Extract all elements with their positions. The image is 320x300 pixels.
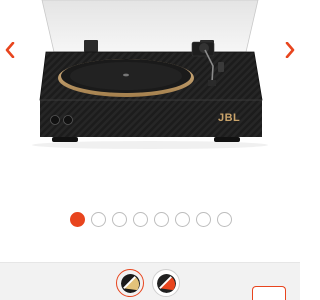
pagination-dot-1[interactable] <box>70 212 85 227</box>
black-orange-swatch-icon <box>156 273 176 293</box>
color-swatch-black-orange[interactable] <box>152 269 180 297</box>
pagination-dot-5[interactable] <box>154 212 169 227</box>
gallery-pagination <box>0 212 300 227</box>
brand-badge: JBL <box>218 112 241 124</box>
black-gold-swatch-icon <box>120 273 140 293</box>
product-page: JBL <box>0 0 300 300</box>
product-image-gallery[interactable]: JBL <box>0 0 300 200</box>
pagination-dot-7[interactable] <box>196 212 211 227</box>
previous-image-button[interactable] <box>2 38 18 62</box>
color-swatch-black-gold[interactable] <box>116 269 144 297</box>
pagination-dot-6[interactable] <box>175 212 190 227</box>
floating-action-button[interactable] <box>252 286 286 300</box>
chevron-left-icon <box>5 42 15 58</box>
pagination-dot-8[interactable] <box>217 212 232 227</box>
chevron-right-icon <box>285 42 295 58</box>
pagination-dot-4[interactable] <box>133 212 148 227</box>
turntable-product-image <box>32 0 268 149</box>
pagination-dot-3[interactable] <box>112 212 127 227</box>
next-image-button[interactable] <box>282 38 298 62</box>
pagination-dot-2[interactable] <box>91 212 106 227</box>
